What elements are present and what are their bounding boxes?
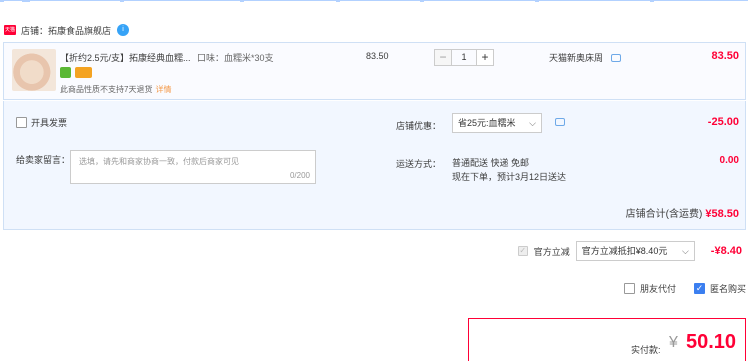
coupon-chat-icon[interactable] — [555, 118, 565, 126]
item-subtotal: 83.50 — [711, 50, 739, 62]
store-total: 店铺合计(含运费) ¥58.50 — [626, 205, 739, 220]
payment-amount: 50.10 — [686, 331, 737, 353]
shipping-fee: 0.00 — [719, 155, 739, 166]
anonymous-checkbox[interactable]: ✓ — [693, 283, 705, 294]
invoice-option[interactable]: 开具发票 — [16, 116, 67, 129]
tmall-discount-select[interactable]: 官方立减抵扣¥8.40元 ⌵ — [575, 241, 695, 261]
shop-header: 天猫 店铺：拓康食品旗舰店 i — [0, 20, 130, 40]
quantity-stepper: − 1 + — [434, 49, 494, 66]
qty-plus-button[interactable]: + — [476, 49, 494, 66]
payment-currency: ¥ — [669, 334, 678, 351]
return-policy-details-link[interactable]: 详情 — [155, 85, 171, 94]
coupon-label: 店铺优惠： — [396, 121, 442, 131]
cart-item: 【折约2.5元/支】拓康经典血糯... 口味：血糯米*30支 此商品性质不支持7… — [3, 42, 746, 100]
anonymous-option[interactable]: ✓ 匿名购买 — [693, 282, 746, 295]
message-placeholder: 选填，请先和商家协商一致，付款后商家可见 — [79, 157, 239, 166]
coupon-select[interactable]: 省25元:血糯米 ⌵ — [452, 113, 542, 133]
service-icons — [60, 67, 92, 78]
product-sku: 口味：血糯米*30支 — [197, 53, 274, 63]
return-policy-text: 此商品性质不支持7天退货 — [60, 85, 153, 94]
tmall-discount-checkbox[interactable]: ✓ — [517, 246, 528, 256]
coupon-select-value: 省25元:血糯米 — [458, 118, 516, 128]
friend-pay-checkbox[interactable] — [623, 283, 635, 294]
product-thumbnail[interactable] — [12, 49, 56, 91]
invoice-label: 开具发票 — [31, 118, 68, 128]
return-policy-note: 此商品性质不支持7天退货 详情 — [60, 84, 171, 95]
shipping-eta: 现在下单，预计3月12日送达 — [452, 172, 567, 182]
friend-pay-option[interactable]: 朋友代付 — [623, 282, 676, 295]
shipping-method: 普通配送 快递 免邮 — [452, 158, 530, 168]
chevron-down-icon: ⌵ — [529, 118, 536, 128]
delivery-type: 天猫新奥床周 — [549, 51, 622, 64]
unit-price: 83.50 — [366, 51, 389, 61]
store-total-amount: ¥58.50 — [705, 208, 739, 220]
chat-icon[interactable] — [611, 53, 622, 62]
shop-name-link[interactable]: 店铺：拓康食品旗舰店 — [21, 24, 111, 37]
store-total-label: 店铺合计(含运费) — [625, 209, 703, 220]
payment-summary: 实付款: ¥ 50.10 — [468, 318, 746, 361]
tmall-discount-label: 官方立减 — [533, 246, 570, 257]
purchase-options: 朋友代付 ✓ 匿名购买 — [623, 282, 746, 295]
qty-minus-button[interactable]: − — [434, 49, 452, 66]
invoice-checkbox[interactable] — [16, 117, 27, 128]
shipping-info: 普通配送 快递 免邮 现在下单，预计3月12日送达 — [452, 156, 566, 184]
credit-card-icon[interactable] — [75, 67, 92, 78]
order-options-panel: 开具发票 给卖家留言： 选填，请先和商家协商一致，付款后商家可见 0/200 店… — [3, 101, 746, 230]
coupon-amount: -25.00 — [707, 116, 739, 128]
message-textarea[interactable]: 选填，请先和商家协商一致，付款后商家可见 0/200 — [70, 150, 316, 184]
tmall-discount-value: 官方立减抵扣¥8.40元 — [581, 246, 668, 256]
guarantee-icon[interactable] — [60, 67, 71, 78]
tmall-discount-row: ✓ 官方立减 官方立减抵扣¥8.40元 ⌵ -¥8.40 — [517, 241, 742, 261]
anonymous-label: 匿名购买 — [709, 284, 746, 294]
chevron-down-icon: ⌵ — [681, 246, 689, 256]
shipping-label: 运送方式： — [396, 159, 442, 169]
tmall-tag-icon: 天猫 — [4, 25, 16, 35]
qty-input[interactable]: 1 — [452, 49, 476, 66]
delivery-type-text: 天猫新奥床周 — [549, 53, 604, 63]
message-char-count: 0/200 — [289, 171, 310, 180]
top-divider — [0, 0, 748, 3]
friend-pay-label: 朋友代付 — [639, 284, 676, 294]
payment-label: 实付款: — [631, 345, 661, 355]
shop-info-icon[interactable]: i — [117, 24, 130, 36]
product-title-link[interactable]: 【折约2.5元/支】拓康经典血糯... — [60, 51, 191, 64]
tmall-discount-amount: -¥8.40 — [710, 245, 742, 257]
message-label: 给卖家留言： — [16, 155, 71, 165]
